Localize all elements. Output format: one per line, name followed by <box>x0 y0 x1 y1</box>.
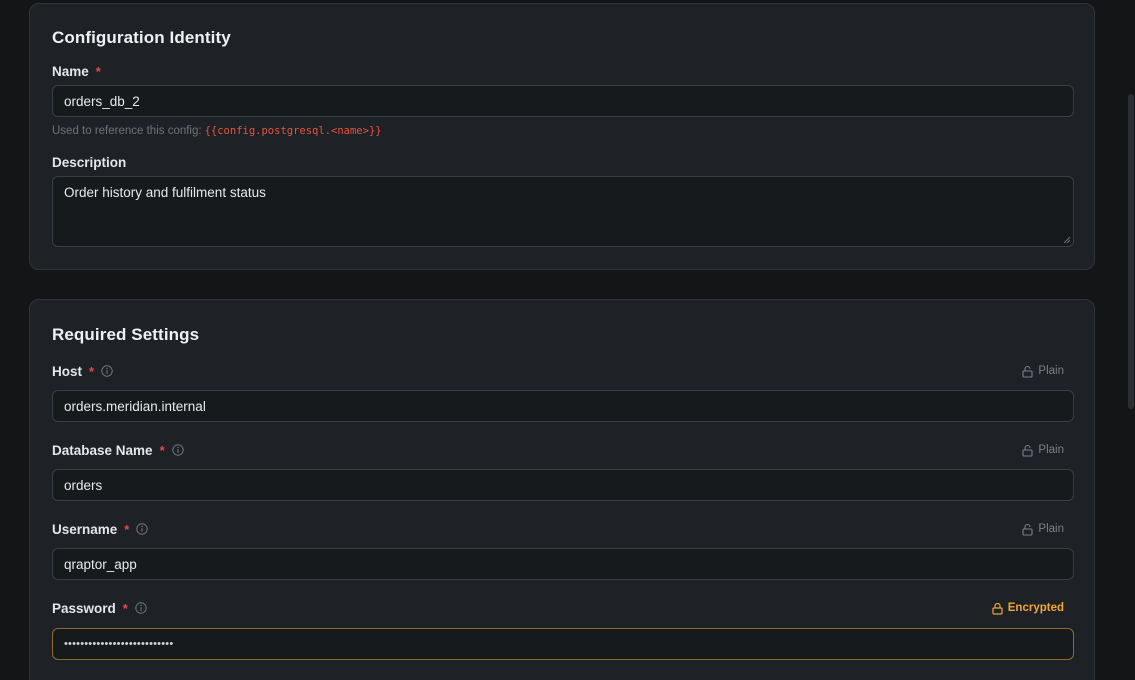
lock-icon <box>992 602 1003 615</box>
plain-badge: Plain <box>1021 523 1072 536</box>
scrollbar-thumb[interactable] <box>1128 94 1134 409</box>
required-indicator: * <box>159 442 165 458</box>
username-label: Username <box>52 521 118 537</box>
description-textarea[interactable]: Order history and fulfilment status <box>52 176 1074 247</box>
required-indicator: * <box>89 363 95 379</box>
description-text: Order history and fulfilment status <box>64 185 266 200</box>
description-label-row: Description <box>52 153 1072 171</box>
hint-text: Used to reference this config: <box>52 125 202 137</box>
configuration-identity-card: Configuration Identity Name * orders_db_… <box>29 3 1095 270</box>
lock-open-icon <box>1022 365 1033 378</box>
badge-label: Plain <box>1038 523 1064 535</box>
badge-label: Plain <box>1038 444 1064 456</box>
info-circle-icon[interactable] <box>171 444 184 456</box>
required-settings-card: Required Settings Host * Plain orders.me… <box>29 299 1095 680</box>
password-label-row: Password * Encrypted <box>52 599 1072 617</box>
name-label-row: Name * <box>52 62 1072 80</box>
name-input[interactable]: orders_db_2 <box>52 85 1074 117</box>
plain-badge: Plain <box>1021 444 1072 457</box>
info-circle-icon[interactable] <box>136 523 149 535</box>
username-label-row: Username * Plain <box>52 520 1072 538</box>
encrypted-badge: Encrypted <box>991 602 1072 615</box>
name-label: Name <box>52 63 89 79</box>
password-input[interactable]: ••••••••••••••••••••••••••• <box>52 628 1074 660</box>
username-input[interactable]: qraptor_app <box>52 548 1074 580</box>
name-hint: Used to reference this config: {{config.p… <box>52 125 382 137</box>
info-circle-icon[interactable] <box>101 365 113 377</box>
required-indicator: * <box>122 600 128 616</box>
required-indicator: * <box>124 521 130 537</box>
page-scrollbar[interactable] <box>1126 0 1135 680</box>
lock-open-icon <box>1022 444 1033 457</box>
database-name-input[interactable]: orders <box>52 469 1074 501</box>
section-title: Required Settings <box>52 325 200 344</box>
password-label: Password <box>52 600 116 616</box>
config-page: Configuration Identity Name * orders_db_… <box>0 0 1135 680</box>
database-name-label: Database Name <box>52 442 153 458</box>
host-label: Host <box>52 363 82 379</box>
host-input[interactable]: orders.meridian.internal <box>52 390 1074 422</box>
info-circle-icon[interactable] <box>135 602 147 614</box>
badge-label: Encrypted <box>1007 602 1064 614</box>
plain-badge: Plain <box>1021 365 1072 378</box>
description-label: Description <box>52 154 127 170</box>
badge-label: Plain <box>1038 365 1064 377</box>
hint-code: {{config.postgresql.<name>}} <box>204 125 382 137</box>
resize-grip-icon[interactable] <box>1063 236 1071 244</box>
lock-open-icon <box>1022 523 1033 536</box>
database-name-label-row: Database Name * Plain <box>52 441 1072 459</box>
host-label-row: Host * Plain <box>52 362 1072 380</box>
section-title: Configuration Identity <box>52 28 231 47</box>
required-indicator: * <box>95 63 101 79</box>
